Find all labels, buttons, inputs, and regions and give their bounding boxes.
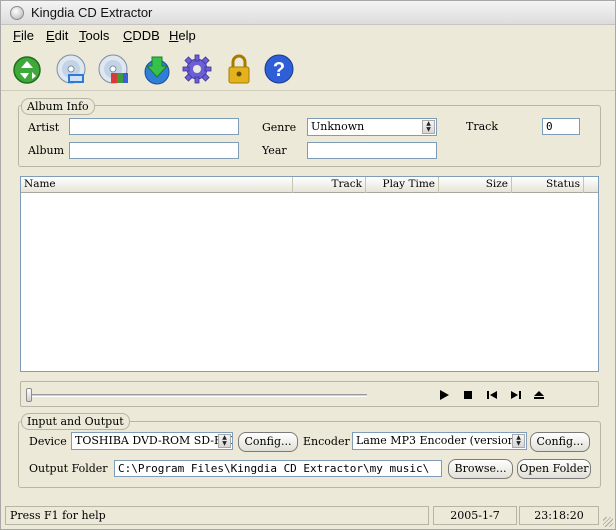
toolbar: ? [1,49,615,91]
col-size[interactable]: Size [439,177,512,193]
svg-text:?: ? [273,59,285,81]
track-input[interactable]: 0 [542,118,580,135]
player-bar [20,381,599,407]
col-name[interactable]: Name [21,177,293,193]
artist-label: Artist [28,121,60,134]
artist-input[interactable] [69,118,239,135]
previous-icon[interactable] [485,388,499,402]
title-bar[interactable]: Kingdia CD Extractor [1,1,615,25]
app-icon[interactable] [10,6,24,20]
next-icon[interactable] [509,388,523,402]
stop-icon[interactable] [461,388,475,402]
menu-file[interactable]: File [13,28,34,43]
status-hint: Press F1 for help [5,506,429,525]
year-label: Year [262,144,287,157]
year-input[interactable] [307,142,437,159]
menu-tools[interactable]: Tools [79,28,109,43]
track-label: Track [466,120,498,133]
genre-select[interactable]: Unknown ▲ ▼ [307,118,437,136]
track-list[interactable]: Name Track Play Time Size Status [20,176,599,372]
input-output-label: Input and Output [21,413,130,430]
gear-icon[interactable] [181,53,213,85]
album-input[interactable] [69,142,239,159]
recycle-icon[interactable] [11,53,43,85]
cd-wav-icon[interactable] [55,53,87,85]
device-value: TOSHIBA DVD-ROM SD-R2102 [75,434,233,447]
col-play-time[interactable]: Play Time [366,177,439,193]
encoder-config-button[interactable]: Config... [530,432,590,452]
browse-button[interactable]: Browse... [448,459,513,479]
menu-bar: File Edit Tools CDDB Help [1,26,615,46]
spin-arrows-icon[interactable]: ▲ ▼ [422,120,435,134]
encoder-value: Lame MP3 Encoder (version 3.96) [356,434,526,447]
device-config-button[interactable]: Config... [238,432,298,452]
col-track[interactable]: Track [293,177,366,193]
download-icon[interactable] [141,53,173,85]
spin-arrows-icon[interactable]: ▲ ▼ [218,434,231,448]
help-icon[interactable]: ? [263,53,295,85]
resize-grip-icon[interactable] [603,517,613,527]
seek-track[interactable] [27,394,367,397]
col-status[interactable]: Status [512,177,584,193]
encoder-select[interactable]: Lame MP3 Encoder (version 3.96) ▲▼ [352,432,527,450]
genre-value: Unknown [311,120,365,133]
device-select[interactable]: TOSHIBA DVD-ROM SD-R2102 ▲ ▼ [71,432,233,450]
eject-icon[interactable] [532,388,546,402]
status-bar: Press F1 for help 2005-1-7 23:18:20 [1,503,615,529]
output-folder-label: Output Folder [29,462,108,475]
album-label: Album [28,144,65,157]
menu-help[interactable]: Help [169,28,196,43]
spin-arrows-icon[interactable]: ▲ ▼ [512,434,525,448]
open-folder-button[interactable]: Open Folder [517,459,591,479]
output-folder-input[interactable]: C:\Program Files\Kingdia CD Extractor\my… [114,460,442,477]
device-label: Device [29,435,67,448]
track-list-header: Name Track Play Time Size Status [21,177,598,193]
main-window: Kingdia CD Extractor File Edit Tools CDD… [0,0,616,530]
menu-edit[interactable]: Edit [46,28,68,43]
genre-label: Genre [262,121,297,134]
encoder-label: Encoder [303,435,350,448]
status-date: 2005-1-7 [433,506,517,525]
cd-mp3-icon[interactable] [97,53,129,85]
lock-icon[interactable] [223,53,255,85]
window-title: Kingdia CD Extractor [31,5,153,20]
seek-slider[interactable] [26,388,32,402]
status-time: 23:18:20 [519,506,599,525]
menu-cddb[interactable]: CDDB [123,28,160,43]
album-info-label: Album Info [21,98,95,115]
play-icon[interactable] [437,388,451,402]
